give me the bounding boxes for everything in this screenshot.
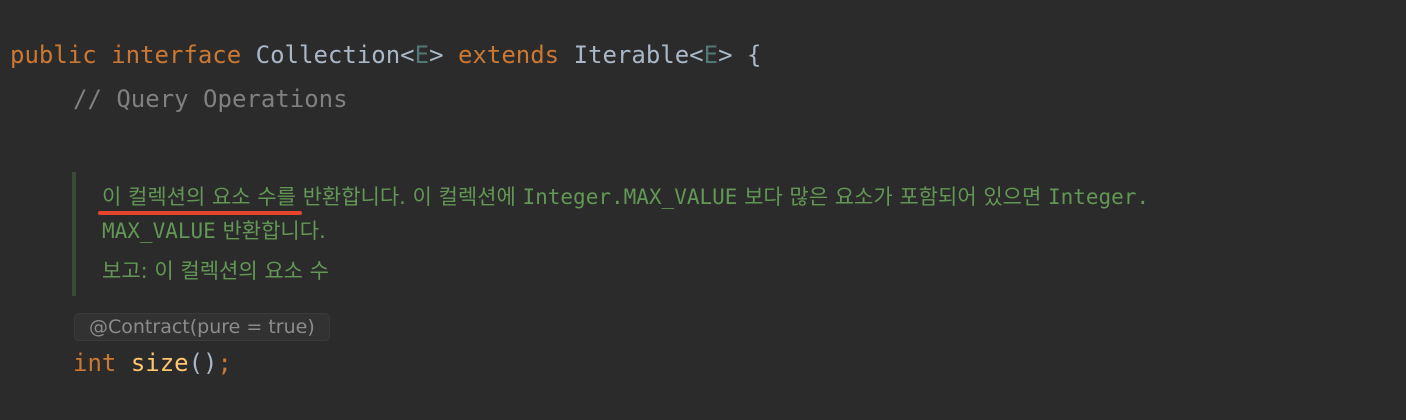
generic-close: > [429, 41, 444, 69]
open-brace: { [746, 41, 762, 69]
doc-returns-line: 보고: 이 컬렉션의 요소 수 [102, 259, 329, 283]
red-underline-highlight [98, 211, 302, 215]
return-type-int: int [73, 349, 117, 377]
generic-param-e[interactable]: E [415, 41, 429, 69]
doc-code-max-value: Integer.MAX_VALUE [522, 185, 738, 209]
doc-text-segment: 이 컬렉션의 요소 수를 반환합니다. 이 컬렉션에 [102, 185, 523, 209]
method-parens: () [188, 349, 218, 377]
semicolon: ; [217, 349, 232, 377]
generic-close-2: > [718, 41, 733, 69]
doc-code-integer: Integer. [1047, 185, 1150, 209]
doc-line-1: 이 컬렉션의 요소 수를 반환합니다. 이 컬렉션에 Integer.MAX_V… [102, 182, 1149, 212]
interface-declaration-line: public interface Collection<E> extends I… [10, 40, 761, 70]
query-operations-comment: // Query Operations [73, 85, 348, 113]
keyword-public: public [10, 41, 97, 69]
size-method-line: int size(); [73, 348, 232, 378]
keyword-extends: extends [457, 41, 560, 69]
doc-line-2: MAX_VALUE 반환합니다. [102, 216, 326, 246]
generic-open: < [400, 41, 415, 69]
doc-text-segment-2: 보다 많은 요소가 포함되어 있으면 [737, 185, 1048, 209]
method-name-size[interactable]: size [131, 349, 189, 377]
generic-open-2: < [689, 41, 704, 69]
doc-code-max-value-2: MAX_VALUE [102, 219, 216, 243]
type-iterable[interactable]: Iterable [574, 41, 690, 69]
type-collection[interactable]: Collection [256, 41, 401, 69]
doc-text-segment-3: 반환합니다. [215, 219, 326, 243]
generic-param-e-2[interactable]: E [704, 41, 718, 69]
code-editor[interactable]: public interface Collection<E> extends I… [0, 0, 1406, 420]
contract-annotation-hint[interactable]: @Contract(pure = true) [74, 313, 330, 341]
rendered-javadoc-block[interactable]: 이 컬렉션의 요소 수를 반환합니다. 이 컬렉션에 Integer.MAX_V… [72, 172, 1376, 296]
keyword-interface: interface [111, 41, 242, 69]
